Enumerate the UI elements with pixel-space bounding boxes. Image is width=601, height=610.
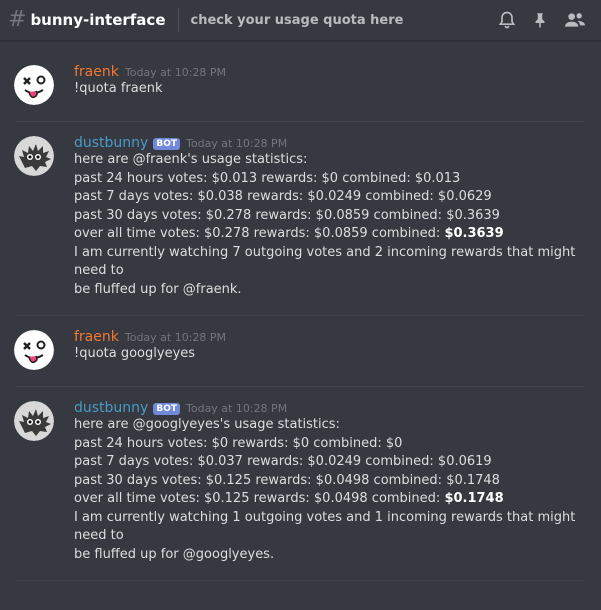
username[interactable]: fraenk	[74, 329, 119, 345]
message-text: !quota fraenk	[74, 81, 163, 96]
message-text: I am currently watching 1 outgoing votes…	[74, 509, 576, 544]
message: dustbunny BOT Today at 10:28 PM here are…	[0, 122, 601, 303]
bot-badge: BOT	[153, 138, 180, 150]
message-text-line: over all time votes: $0.278 rewards: $0.…	[74, 225, 585, 244]
hash-icon: #	[8, 7, 27, 32]
message-text: be fluffed up for @googlyeyes.	[74, 546, 275, 562]
channel-header: # bunny-interface check your usage quota…	[0, 0, 601, 41]
message-text: past 30 days votes: $0.125 rewards: $0.0…	[74, 472, 500, 488]
bot-badge: BOT	[153, 403, 180, 415]
message-text: past 7 days votes: $0.037 rewards: $0.02…	[74, 454, 492, 469]
avatar[interactable]	[14, 65, 54, 105]
combined-total: $0.3639	[444, 226, 504, 241]
avatar[interactable]	[14, 401, 54, 441]
message: dustbunny BOT Today at 10:28 PM here are…	[0, 387, 601, 568]
username[interactable]: fraenk	[74, 64, 119, 80]
timestamp: Today at 10:28 PM	[124, 331, 227, 344]
message-text: !quota googlyeyes	[74, 346, 196, 361]
bell-icon[interactable]	[497, 10, 517, 30]
channel-topic: check your usage quota here	[190, 12, 404, 28]
message-text: past 24 hours votes: $0.013 rewards: $0 …	[74, 170, 461, 186]
header-divider	[177, 8, 179, 32]
username[interactable]: dustbunny	[74, 400, 148, 416]
timestamp: Today at 10:28 PM	[124, 66, 227, 79]
message-text: here are @fraenk's usage statistics:	[74, 152, 308, 167]
username[interactable]: dustbunny	[74, 135, 148, 151]
message-text: over all time votes: $0.125 rewards: $0.…	[74, 491, 445, 506]
message-text: past 24 hours votes: $0 rewards: $0 comb…	[74, 435, 403, 451]
message-text: be fluffed up for @fraenk.	[74, 281, 242, 297]
message-text: I am currently watching 7 outgoing votes…	[74, 244, 576, 279]
avatar[interactable]	[14, 330, 54, 370]
timestamp: Today at 10:28 PM	[186, 137, 288, 150]
message: fraenk Today at 10:28 PM !quota fraenk	[0, 51, 601, 109]
message: fraenk Today at 10:28 PM !quota googlyey…	[0, 316, 601, 374]
message-list: fraenk Today at 10:28 PM !quota fraenk d…	[0, 41, 601, 581]
message-text-line: over all time votes: $0.125 rewards: $0.…	[74, 490, 585, 509]
header-toolbar	[497, 0, 587, 40]
members-icon[interactable]	[563, 10, 587, 30]
combined-total: $0.1748	[444, 491, 504, 506]
message-divider	[16, 580, 585, 581]
message-text: past 7 days votes: $0.038 rewards: $0.02…	[74, 189, 492, 204]
avatar[interactable]	[14, 136, 54, 176]
timestamp: Today at 10:28 PM	[186, 402, 288, 415]
channel-name[interactable]: bunny-interface	[30, 11, 165, 29]
message-text: over all time votes: $0.278 rewards: $0.…	[74, 226, 445, 241]
message-text: past 30 days votes: $0.278 rewards: $0.0…	[74, 207, 500, 223]
pin-icon[interactable]	[531, 10, 549, 30]
message-text: here are @googlyeyes's usage statistics:	[74, 417, 340, 432]
